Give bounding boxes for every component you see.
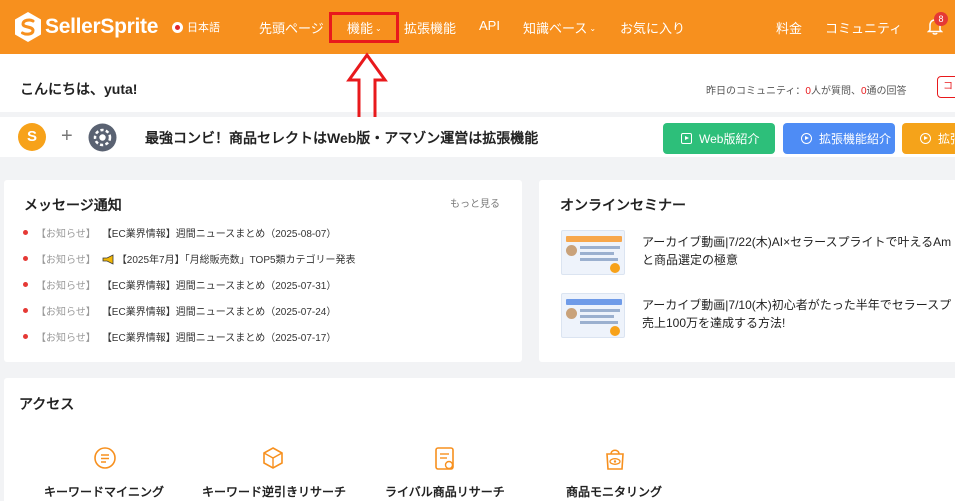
extension-intro-label: 拡張機能紹介 [819,132,892,146]
nav-home[interactable]: 先頭ページ [259,18,324,37]
sellersprite-coin-icon [18,123,46,151]
logo-mark-icon [15,12,41,42]
play-circle-icon [801,133,812,144]
message-item[interactable]: 【お知らせ】 【EC業界情報】週間ニュースまとめ（2025-07-31） [23,277,336,292]
online-seminar-card: オンラインセミナー アーカイブ動画|7/22(木)AI×セラースプライトで叶える… [539,180,955,362]
community-stats-prefix: 昨日のコミュニティ： [706,86,806,97]
cloud-download-icon [920,133,931,144]
community-button[interactable]: コ [937,76,955,98]
access-card-title: アクセス [19,396,75,412]
top-nav-bar: SellerSprite 日本語 先頭ページ 機能 ⌄ 拡張機能 API 知識ベー… [0,0,955,54]
plus-sign: + [61,125,73,147]
keyword-mining-link[interactable]: キーワードマイニング [44,483,164,500]
bullet-dot [23,282,28,287]
banner-headline: 最強コンビ！商品セレクトはWeb版・アマゾン運営は拡張機能 [145,130,539,146]
extension-download-button[interactable]: 拡張 [902,123,955,154]
access-card: アクセス キーワードマイニング キーワード逆引きリサーチ ライバル商品リサーチ … [4,378,955,501]
bullet-dot [23,334,28,339]
message-item[interactable]: 【お知らせ】 【EC業界情報】週間ニュースまとめ（2025-07-17） [23,329,336,344]
language-label: 日本語 [187,22,220,34]
competitor-research-link[interactable]: ライバル商品リサーチ [385,483,505,500]
keyword-mining-icon[interactable] [92,445,118,473]
megaphone-icon [102,254,114,265]
message-tag: 【お知らせ】 [36,307,96,318]
extension-download-label: 拡張 [938,132,955,146]
nav-extension[interactable]: 拡張機能 [404,18,456,37]
seminar-title-line1: アーカイブ動画|7/10(木)初心者がたった半年でセラースプ [642,298,952,312]
questions-suffix: 人が質問、 [810,86,861,97]
chevron-down-icon: ⌄ [589,24,597,33]
promo-banner: + 最強コンビ！商品セレクトはWeb版・アマゾン運営は拡張機能 Web版紹介 拡… [0,117,955,157]
message-text: 【EC業界情報】週間ニュースまとめ（2025-07-17） [101,333,337,344]
japan-flag-icon [172,21,183,33]
nav-api[interactable]: API [479,18,500,33]
message-item[interactable]: 【お知らせ】 【EC業界情報】週間ニュースまとめ（2025-07-24） [23,303,336,318]
answers-suffix: 通の回答 [866,86,907,97]
product-monitoring-icon[interactable] [602,445,628,473]
message-notification-card: メッセージ通知 もっと見る 【お知らせ】 【EC業界情報】週間ニュースまとめ（2… [4,180,522,362]
message-tag: 【お知らせ】 [36,255,96,266]
nav-favorites[interactable]: お気に入り [620,18,685,37]
seminar-title-line2: と商品選定の極意 [642,253,739,267]
gear-icon [88,123,117,152]
nav-knowledge-base-label: 知識ベース [523,21,588,36]
product-monitoring-link[interactable]: 商品モニタリング [566,483,662,500]
seminar-title[interactable]: アーカイブ動画|7/10(木)初心者がたった半年でセラースプ 売上100万を達成… [642,296,955,332]
message-item[interactable]: 【お知らせ】 【2025年7月】「月総販売数」TOP5類カテゴリー発表 [23,251,356,266]
message-text: 【EC業界情報】週間ニュースまとめ（2025-07-31） [101,281,337,292]
up-arrow-annotation [346,52,388,121]
bullet-dot [23,256,28,261]
seminar-title[interactable]: アーカイブ動画|7/22(木)AI×セラースプライトで叶えるAm と商品選定の極… [642,233,955,269]
play-icon [681,133,692,144]
bullet-dot [23,230,28,235]
sellersprite-logo[interactable]: SellerSprite [14,11,158,43]
nav-knowledge-base[interactable]: 知識ベース ⌄ [523,18,596,37]
seminar-title-line2: 売上100万を達成する方法! [642,316,786,330]
more-link[interactable]: もっと見る [450,195,500,210]
bullet-dot [23,308,28,313]
seminar-thumbnail[interactable] [561,230,625,275]
web-version-intro-label: Web版紹介 [699,132,760,146]
competitor-research-icon[interactable] [432,445,458,473]
community-stats: 昨日のコミュニティ：0人が質問、0通の回答 [706,82,907,97]
message-tag: 【お知らせ】 [36,229,96,240]
message-text: 【EC業界情報】週間ニュースまとめ（2025-08-07） [101,229,337,240]
extension-intro-button[interactable]: 拡張機能紹介 [783,123,895,154]
logo-text: SellerSprite [45,15,159,38]
seminar-thumbnail[interactable] [561,293,625,338]
message-text: 【2025年7月】「月総販売数」TOP5類カテゴリー発表 [116,255,356,266]
message-card-title: メッセージ通知 [24,197,122,213]
greeting-bar: こんにちは、yuta! 昨日のコミュニティ：0人が質問、0通の回答 コ [0,54,955,112]
message-item[interactable]: 【お知らせ】 【EC業界情報】週間ニュースまとめ（2025-08-07） [23,225,336,240]
reverse-lookup-icon[interactable] [260,445,286,473]
reverse-lookup-link[interactable]: キーワード逆引きリサーチ [202,483,346,500]
seminar-title-line1: アーカイブ動画|7/22(木)AI×セラースプライトで叶えるAm [642,235,952,249]
message-tag: 【お知らせ】 [36,281,96,292]
greeting-text: こんにちは、yuta! [20,81,138,97]
seminar-card-title: オンラインセミナー [560,197,686,213]
web-version-intro-button[interactable]: Web版紹介 [663,123,775,154]
message-text: 【EC業界情報】週間ニュースまとめ（2025-07-24） [101,307,337,318]
features-highlight-box [329,12,399,43]
message-tag: 【お知らせ】 [36,333,96,344]
notification-badge: 8 [934,12,948,26]
language-selector[interactable]: 日本語 [172,19,220,35]
nav-pricing[interactable]: 料金 [776,18,802,37]
nav-community[interactable]: コミュニティ [825,18,902,37]
